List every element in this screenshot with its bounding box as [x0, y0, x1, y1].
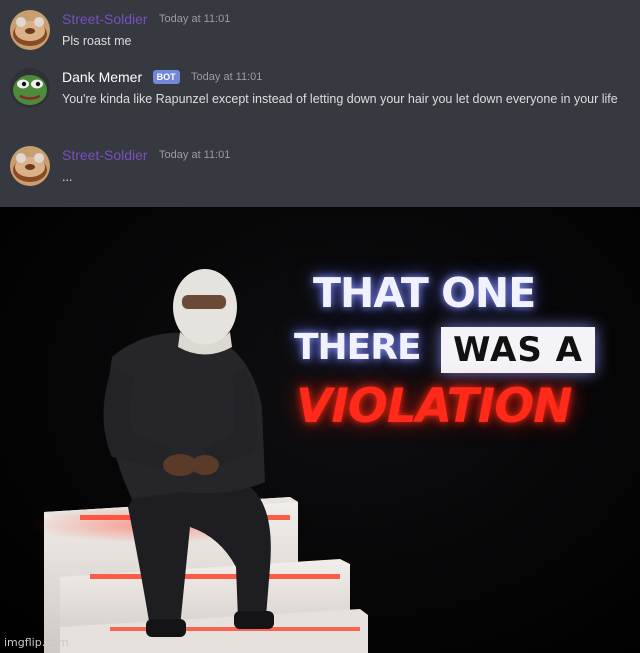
caption-that-one: THAT ONE [313, 269, 536, 317]
message-text: Pls roast me [62, 34, 132, 48]
message-text: ... [62, 170, 73, 184]
message-header: Dank Memer BOT Today at 11:01 [62, 68, 262, 88]
imgflip-watermark: imgflip.com [4, 636, 69, 649]
timestamp: Today at 11:01 [159, 12, 231, 25]
timestamp: Today at 11:01 [159, 148, 231, 161]
discord-chat: Street-Soldier Today at 11:01 Pls roast … [0, 0, 640, 207]
caption-was-a-box: WAS A [441, 327, 595, 373]
violation-meme-image: THAT ONE THERE WAS A VIOLATION imgflip.c… [0, 207, 640, 653]
message-text: You're kinda like Rapunzel except instea… [62, 92, 618, 106]
caption-violation: VIOLATION [296, 379, 572, 434]
pepe-frog-avatar-icon[interactable] [10, 68, 50, 108]
message-header: Street-Soldier Today at 11:01 [62, 146, 230, 166]
caption-there: THERE [294, 327, 422, 368]
username[interactable]: Dank Memer [62, 69, 142, 85]
bot-badge: BOT [152, 69, 180, 84]
timestamp: Today at 11:01 [191, 70, 263, 83]
message-header: Street-Soldier Today at 11:01 [62, 10, 230, 30]
username[interactable]: Street-Soldier [62, 11, 148, 27]
donut-avatar-icon[interactable] [10, 146, 50, 186]
username[interactable]: Street-Soldier [62, 147, 148, 163]
donut-avatar-icon[interactable] [10, 10, 50, 50]
